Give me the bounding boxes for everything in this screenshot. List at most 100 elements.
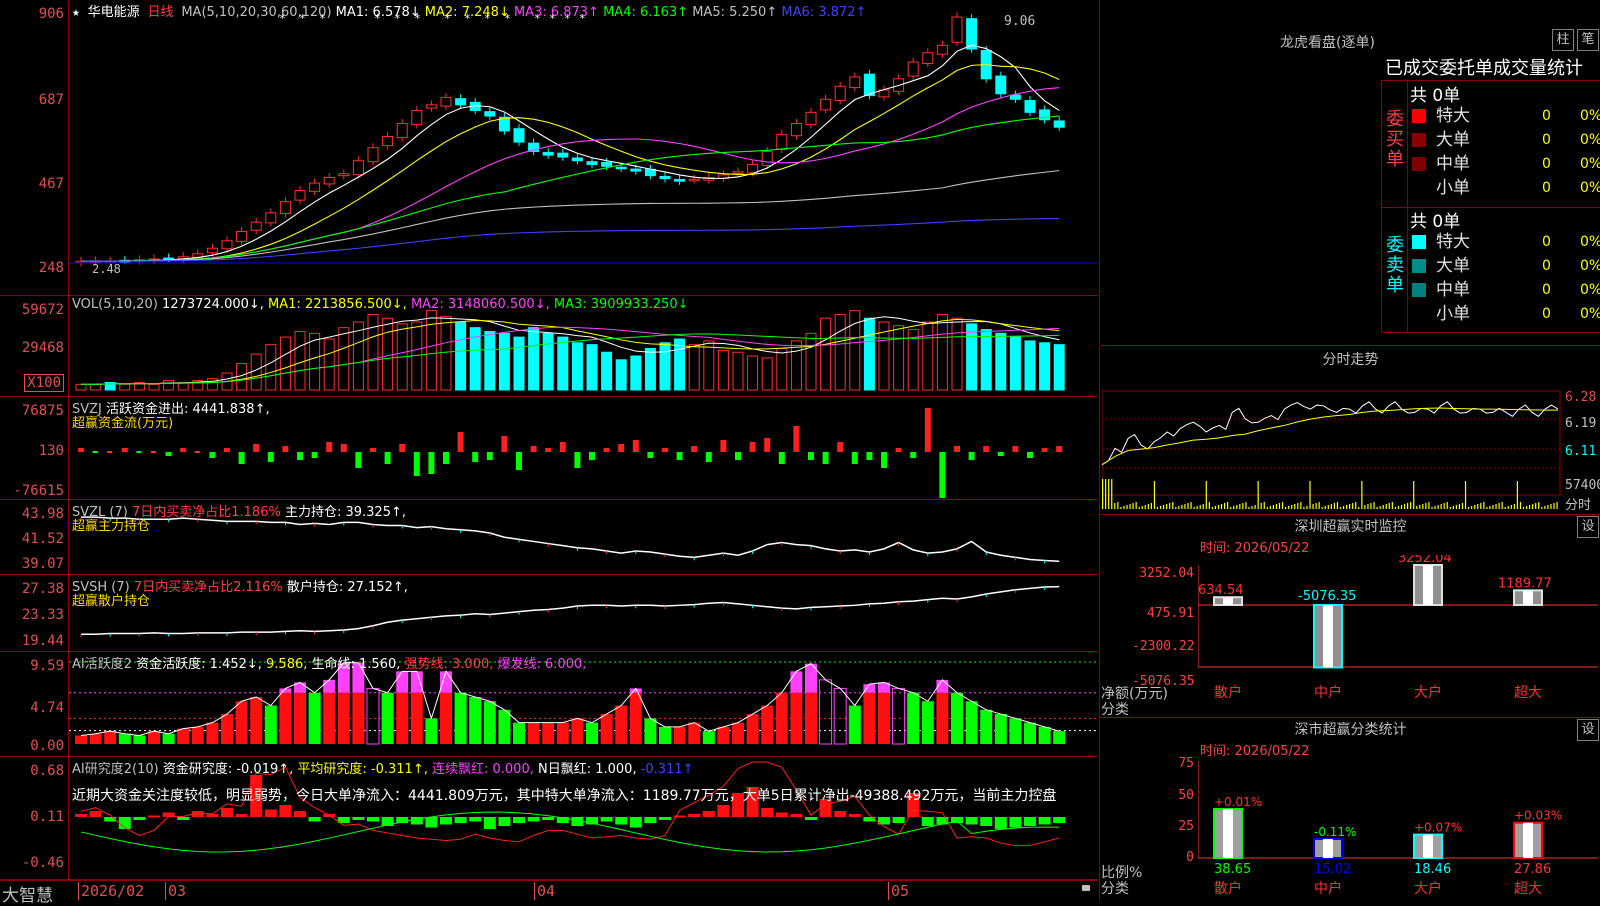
fenshi-volume-bar xyxy=(1108,479,1110,509)
classify-settings-button[interactable]: 设 xyxy=(1577,719,1599,741)
activity-bar xyxy=(337,692,350,744)
candle xyxy=(805,111,817,126)
monitor-category-label: 中户 xyxy=(1314,684,1342,701)
activity-bar xyxy=(352,692,365,744)
money-flow-bar xyxy=(486,452,493,460)
monitor-bar-label: -5076.35 xyxy=(1298,589,1356,604)
volume-bar xyxy=(688,344,700,391)
indicator-value: 散户持仓: 27.152↑, xyxy=(286,580,408,595)
indicator-value: MA5: 5.250↑ xyxy=(692,5,782,20)
fenshi-volume-bar xyxy=(1178,506,1180,509)
fenshi-volume-bar xyxy=(1227,502,1229,509)
money-flow-bar xyxy=(1027,452,1033,458)
lhb-swatch xyxy=(1412,133,1426,147)
money-flow-bar xyxy=(822,452,829,464)
volume-bar xyxy=(542,332,554,391)
fenshi-volume-bar xyxy=(1495,504,1497,509)
research-bar xyxy=(615,817,628,825)
money-flow-bar xyxy=(764,438,771,452)
monitor-bar-shine xyxy=(1423,565,1433,605)
money-flow-bar xyxy=(851,452,858,464)
volume-header: VOL(5,10,20) 1273724.000↓, MA1: 2213856.… xyxy=(72,297,689,312)
svzj-label: 超赢资金流(万元) xyxy=(72,416,174,431)
money-flow-bar xyxy=(472,452,479,462)
indicator-value: MA3: 3909933.250↓ xyxy=(553,297,689,312)
svzl-pane[interactable]: 43.98 41.52 39.07 SVZL (7) 7日内买卖净占比1.186… xyxy=(0,500,1098,575)
volume-bar xyxy=(980,329,992,391)
svzl-axis: 43.98 41.52 39.07 xyxy=(0,500,69,574)
research-bar xyxy=(1009,817,1022,828)
ai-activity-tick: 4.74 xyxy=(30,700,64,716)
indicator-value: 连续飘红: 0.000, xyxy=(431,762,538,777)
volume-bar xyxy=(1039,342,1051,391)
volume-bar xyxy=(557,336,569,391)
money-flow-bar xyxy=(428,452,435,474)
period-label[interactable]: 日线 xyxy=(148,5,174,20)
candle xyxy=(323,176,335,185)
candle xyxy=(513,128,525,143)
money-flow-bar xyxy=(457,432,464,452)
kline-chart[interactable]: * * * * * * * * * * * * * * xyxy=(69,0,1098,294)
lhb-row-count: 0 xyxy=(1542,108,1551,124)
classify-value-label: 38.65 xyxy=(1214,862,1251,877)
fenshi-title: 分时走势 xyxy=(1322,352,1379,368)
ai-research-tick: 0.11 xyxy=(30,809,64,825)
kline-pane[interactable]: 906 687 467 248 * * * * * * * * * * * * * * ★ 华电能源 日线… xyxy=(0,0,1098,296)
volume-pane[interactable]: 59672 29468 X100 VOL(5,10,20) 1273724.00… xyxy=(0,296,1098,397)
money-flow-bar xyxy=(910,452,917,458)
fenshi-volume-bar xyxy=(1111,479,1113,509)
monitor-settings-button[interactable]: 设 xyxy=(1577,516,1599,538)
fenshi-volume-bar xyxy=(1272,505,1274,509)
ma-line xyxy=(80,44,1060,262)
fenshi-volume-bar xyxy=(1336,502,1339,509)
fenshi-volume-bar xyxy=(1532,504,1534,509)
activity-bar xyxy=(1024,722,1036,744)
activity-bar xyxy=(469,696,482,744)
volume-bar xyxy=(951,317,963,391)
ai-activity-pane[interactable]: 9.59 4.74 0.00 AI活跃度2 资金活跃度: 1.452↓, 9.5… xyxy=(0,652,1098,757)
activity-bar xyxy=(936,692,949,744)
activity-bar xyxy=(819,679,833,745)
lhb-row-name: 大单 xyxy=(1436,130,1470,150)
bar-mode-button[interactable]: 柱 xyxy=(1552,29,1574,51)
monitor-bar-chart[interactable]: 634.54 散户 -5076.35 中户 3252.04 大户 1189.77 超大 xyxy=(1198,555,1598,705)
ai-research-pane[interactable]: 0.68 0.11 -0.46 AI研究度2(10) 资金研究度: -0.019… xyxy=(0,757,1098,880)
lhb-swatch xyxy=(1412,283,1426,297)
activity-bar xyxy=(89,733,102,744)
activity-bar xyxy=(878,692,890,744)
favorite-star-icon[interactable]: ★ xyxy=(72,5,80,20)
volume-unit[interactable]: X100 xyxy=(24,374,64,392)
fenshi-volume-bar xyxy=(1132,503,1134,509)
stock-name: 华电能源 xyxy=(87,5,140,20)
volume-bar xyxy=(250,353,262,391)
indicator-value: 7日内买卖净占比2.116% xyxy=(133,580,287,595)
fenshi-panel[interactable]: 分时走势 6.28 6.19 6.11 57400 分时 xyxy=(1099,345,1600,514)
fenshi-volume-bar xyxy=(1425,503,1427,509)
activity-bar xyxy=(454,692,467,744)
money-flow-bar xyxy=(78,448,84,452)
fenshi-volume-bar xyxy=(1330,504,1332,509)
lock-icon[interactable] xyxy=(1082,885,1090,891)
buy-total: 共 0单 xyxy=(1410,86,1461,106)
svzj-tick: 130 xyxy=(38,443,64,459)
money-flow-bar xyxy=(384,452,391,464)
ma-legend: MA(5,10,20,30,60,120) MA1: 6.578↓ MA2: 7… xyxy=(181,5,866,20)
svzj-pane[interactable]: 76875 130 -76615 SVZJ 活跃资金进出: 4441.838↑,… xyxy=(0,397,1098,500)
fenshi-volume-bar xyxy=(1254,505,1256,509)
candle xyxy=(309,182,321,192)
volume-bar xyxy=(922,321,934,391)
fenshi-avg-line xyxy=(1102,407,1558,466)
fenshi-volume-bar xyxy=(1416,506,1418,509)
fenshi-volume-bar xyxy=(1315,503,1317,509)
fenshi-volume-bar xyxy=(1513,504,1515,509)
buy-order-label: 委买单 xyxy=(1386,110,1406,170)
fenshi-chart[interactable] xyxy=(1102,371,1562,511)
research-bar xyxy=(367,817,379,822)
tick-mode-button[interactable]: 笔 xyxy=(1577,29,1599,51)
fenshi-volume-bar xyxy=(1105,479,1107,509)
lhb-row-count: 0 xyxy=(1542,306,1551,322)
research-bar xyxy=(221,808,233,817)
volume-bar xyxy=(761,357,773,391)
classify-bar-chart[interactable]: +0.01% 38.65 散户 -0.11% 15.02 中户 +0.07% 18.46 大户 +… xyxy=(1198,756,1598,896)
svsh-pane[interactable]: 27.38 23.33 19.44 SVSH (7) 7日内买卖净占比2.116… xyxy=(0,575,1098,652)
